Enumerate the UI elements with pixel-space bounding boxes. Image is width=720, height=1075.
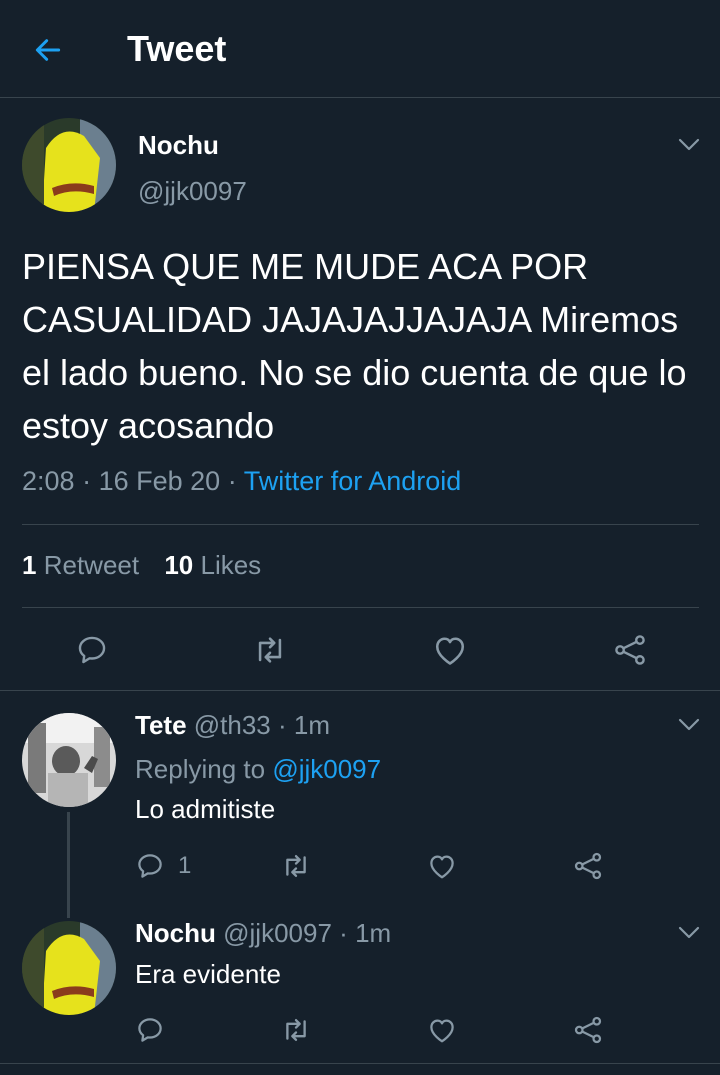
share-icon <box>574 1016 602 1044</box>
divider <box>22 524 699 525</box>
heart-icon <box>430 855 454 879</box>
retweets-stat[interactable]: 1 Retweet <box>22 550 139 580</box>
author-avatar[interactable] <box>22 118 116 212</box>
reply-author-name[interactable]: Tete <box>135 710 187 740</box>
replying-to-line: Replying to @jjk0097 <box>135 754 381 785</box>
like-button[interactable] <box>424 848 460 884</box>
likes-label: Likes <box>200 550 262 580</box>
top-app-bar: Tweet <box>0 0 720 98</box>
retweets-label: Retweet <box>43 550 140 580</box>
reply-icon <box>78 636 106 664</box>
tweet-date: 16 Feb 20 <box>98 466 221 496</box>
reply-button[interactable] <box>132 848 168 884</box>
reply-count: 1 <box>178 852 192 879</box>
tweet-menu-button[interactable] <box>674 130 704 160</box>
share-icon <box>615 635 645 665</box>
chevron-down-icon <box>678 138 700 151</box>
meta-separator: · <box>278 710 287 740</box>
reply-text: Lo admitiste <box>135 794 276 824</box>
page-title: Tweet <box>127 28 227 69</box>
reply-header: Nochu @jjk0097 · 1m <box>135 918 391 949</box>
likes-count: 10 <box>164 550 194 580</box>
tweet-stats: 1 Retweet 10 Likes <box>22 550 279 581</box>
replying-to-label: Replying to <box>135 754 266 784</box>
reply-menu-button[interactable] <box>674 710 704 740</box>
reply-time: 1m <box>355 918 392 948</box>
reply-icon <box>138 1018 162 1042</box>
reply-author-handle[interactable]: @th33 <box>194 710 271 740</box>
reply-avatar[interactable] <box>22 921 116 1015</box>
likes-stat[interactable]: 10 Likes <box>164 550 261 580</box>
chevron-down-icon <box>678 926 700 939</box>
share-icon <box>574 852 602 880</box>
retweet-button[interactable] <box>248 628 292 672</box>
author-name[interactable]: Nochu <box>138 130 219 161</box>
meta-separator: · <box>82 466 92 496</box>
thread-connector-line <box>67 812 70 918</box>
author-handle[interactable]: @jjk0097 <box>138 176 247 207</box>
like-button[interactable] <box>428 628 472 672</box>
meta-separator: · <box>227 466 237 496</box>
divider <box>0 690 720 691</box>
replying-to-handle-link[interactable]: @jjk0097 <box>272 754 381 784</box>
retweet-icon <box>286 854 306 878</box>
reply-icon <box>138 854 162 878</box>
tweet-text: PIENSA QUE ME MUDE ACA POR CASUALIDAD JA… <box>22 246 687 446</box>
heart-icon <box>435 637 465 665</box>
reply-author-name[interactable]: Nochu <box>135 918 216 948</box>
retweet-icon <box>286 1018 306 1042</box>
heart-icon <box>430 1019 454 1043</box>
reply-button[interactable] <box>70 628 114 672</box>
like-button[interactable] <box>424 1012 460 1048</box>
reply-time: 1m <box>293 710 331 740</box>
reply-avatar[interactable] <box>22 713 116 807</box>
reply-author-handle[interactable]: @jjk0097 <box>223 918 332 948</box>
retweet-button[interactable] <box>278 1012 314 1048</box>
divider <box>0 1063 720 1064</box>
reply-menu-button[interactable] <box>674 918 704 948</box>
tweet-meta: 2:08 · 16 Feb 20 · Twitter for Android <box>22 466 461 497</box>
arrow-left-icon <box>35 39 61 61</box>
back-button[interactable] <box>28 30 68 70</box>
divider <box>22 607 699 608</box>
retweets-count: 1 <box>22 550 37 580</box>
share-button[interactable] <box>608 628 652 672</box>
retweet-icon <box>258 637 282 663</box>
reply-text: Era evidente <box>135 959 281 989</box>
meta-separator: · <box>339 918 348 948</box>
tweet-source-link[interactable]: Twitter for Android <box>244 466 462 496</box>
chevron-down-icon <box>678 718 700 731</box>
tweet-time: 2:08 <box>22 466 75 496</box>
reply-header: Tete @th33 · 1m <box>135 710 330 741</box>
reply-button[interactable] <box>132 1012 168 1048</box>
retweet-button[interactable] <box>278 848 314 884</box>
share-button[interactable] <box>570 1012 606 1048</box>
share-button[interactable] <box>570 848 606 884</box>
